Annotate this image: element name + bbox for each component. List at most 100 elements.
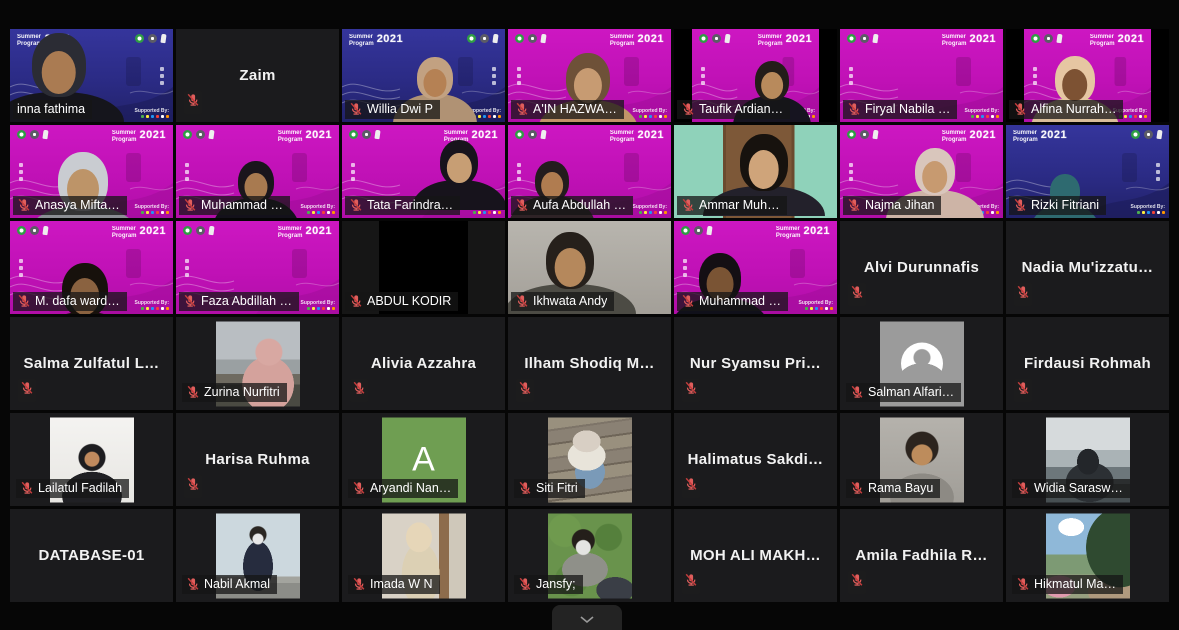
participant-name-label: Zurina Nurfitri <box>182 383 287 402</box>
green-logo-icon <box>699 34 708 43</box>
participant-name: Lailatul Fadilah <box>38 481 122 495</box>
mic-muted-icon <box>850 385 864 399</box>
gray-logo-icon <box>528 34 537 43</box>
green-logo-icon <box>515 34 524 43</box>
participant-tile[interactable]: Nabil Akmal <box>176 509 339 602</box>
participant-name: Tata Farindra… <box>367 198 453 212</box>
participant-tile[interactable]: Siti Fitri <box>508 413 671 506</box>
participant-tile[interactable]: SummerProgram2021Supported By:Tata Farin… <box>342 125 505 218</box>
virtual-bg-mini-icons <box>160 67 164 85</box>
virtual-bg-mini-icons <box>185 163 189 181</box>
participant-tile[interactable]: DATABASE-01 <box>10 509 173 602</box>
supported-by-label: Supported By: <box>965 108 999 119</box>
supported-by-label: Supported By: <box>135 300 169 311</box>
participant-tile[interactable]: SummerProgram2021Supported By:Taufik Ard… <box>674 29 837 122</box>
participant-name-label: Taufik Ardian… <box>677 100 790 119</box>
participant-tile[interactable]: Hikmatul Ma… <box>1006 509 1169 602</box>
participant-tile[interactable]: Ilham Shodiq M… <box>508 317 671 410</box>
participant-tile[interactable]: Widia Sarasw… <box>1006 413 1169 506</box>
participant-tile[interactable]: SummerProgram2021Supported By:Najma Jiha… <box>840 125 1003 218</box>
mic-muted-icon <box>349 294 363 308</box>
participant-tile[interactable]: SummerProgram2021Supported By:Muhammad … <box>674 221 837 314</box>
green-logo-icon <box>183 130 192 139</box>
supported-by-label: Supported By: <box>301 204 335 215</box>
supported-by-label: Supported By: <box>799 300 833 311</box>
mic-muted-icon <box>681 102 695 116</box>
participant-name: Nabil Akmal <box>204 577 270 591</box>
hand-logo-icon <box>872 130 878 140</box>
participant-tile[interactable]: SummerProgram2021Supported By:Willia Dwi… <box>342 29 505 122</box>
participant-tile[interactable]: SummerProgram2021Supported By:Faza Abdil… <box>176 221 339 314</box>
participant-tile[interactable]: SummerProgram2021Supported By:Alfina Nur… <box>1006 29 1169 122</box>
virtual-bg-logo-icons <box>847 34 878 43</box>
participant-name-label: Willia Dwi P <box>345 100 440 119</box>
participant-tile[interactable]: Harisa Ruhma <box>176 413 339 506</box>
participant-tile[interactable]: Alvi Durunnafis <box>840 221 1003 314</box>
virtual-bg-logo-icons <box>467 34 498 43</box>
participant-tile[interactable]: ABDUL KODIR <box>342 221 505 314</box>
participant-tile[interactable]: Nur Syamsu Pri… <box>674 317 837 410</box>
participant-name: A'IN HAZWA… <box>533 102 617 116</box>
gray-logo-icon <box>694 226 703 235</box>
gray-logo-icon <box>148 34 157 43</box>
gray-logo-icon <box>480 34 489 43</box>
virtual-bg-logo-icons <box>515 130 546 139</box>
mic-muted-icon <box>847 198 861 212</box>
virtual-bg-logo-icons <box>699 34 730 43</box>
participant-tile[interactable]: Ikhwata Andy <box>508 221 671 314</box>
virtual-bg-logo-icons <box>349 130 380 139</box>
participant-tile[interactable]: Nadia Mu'izzatu… <box>1006 221 1169 314</box>
participant-tile[interactable]: Lailatul Fadilah <box>10 413 173 506</box>
gray-logo-icon <box>712 34 721 43</box>
participant-name: Rizki Fitriani <box>1031 198 1099 212</box>
participant-name-label: inna fathima <box>13 100 92 119</box>
mic-muted-icon <box>681 198 695 212</box>
participant-tile[interactable]: Amila Fadhila R… <box>840 509 1003 602</box>
participant-tile[interactable]: Imada W N <box>342 509 505 602</box>
participant-tile[interactable]: Halimatus Sakdi… <box>674 413 837 506</box>
participant-tile[interactable]: Salman Alfari… <box>840 317 1003 410</box>
gray-logo-icon <box>30 130 39 139</box>
participant-tile[interactable]: Ammar Muh… <box>674 125 837 218</box>
participant-tile[interactable]: Zaim <box>176 29 339 122</box>
participant-tile[interactable]: Salma Zulfatul L… <box>10 317 173 410</box>
participant-tile[interactable]: Zurina Nurfitri <box>176 317 339 410</box>
green-logo-icon <box>17 130 26 139</box>
participant-name: Jansfy; <box>536 577 576 591</box>
mic-muted-icon <box>1014 379 1032 402</box>
participant-tile[interactable]: SummerProgram2021Supported By:Muhammad … <box>176 125 339 218</box>
participant-name: M. dafa ward… <box>35 294 120 308</box>
participant-tile[interactable]: SummerProgram2021Supported By:A'IN HAZWA… <box>508 29 671 122</box>
participant-tile[interactable]: SummerProgram2021Supported By:Rizki Fitr… <box>1006 125 1169 218</box>
hand-logo-icon <box>374 130 380 140</box>
participant-tile[interactable]: SummerProgram2021Supported By:inna fathi… <box>10 29 173 122</box>
participant-name: Anasya Mifta… <box>35 198 120 212</box>
participant-tile[interactable]: Rama Bayu <box>840 413 1003 506</box>
mic-muted-icon <box>682 571 700 594</box>
mic-muted-icon <box>18 379 36 402</box>
participant-tile[interactable]: Firdausi Rohmah <box>1006 317 1169 410</box>
participant-tile[interactable]: SummerProgram2021Supported By:Firyal Nab… <box>840 29 1003 122</box>
mic-muted-icon <box>352 577 366 591</box>
virtual-bg-brand: SummerProgram2021 <box>758 34 812 47</box>
participant-tile[interactable]: Alivia Azzahra <box>342 317 505 410</box>
participant-name-label: Nabil Akmal <box>182 575 277 594</box>
gallery-collapse-button[interactable] <box>552 605 622 630</box>
participant-name-label: Ammar Muh… <box>677 196 787 215</box>
virtual-bg-logo-icons <box>1031 34 1062 43</box>
hand-logo-icon <box>872 34 878 44</box>
mic-muted-icon <box>518 481 532 495</box>
participant-name-label: M. dafa ward… <box>13 292 127 311</box>
participant-tile[interactable]: AAryandi Nan… <box>342 413 505 506</box>
participant-tile[interactable]: MOH ALI MAKH… <box>674 509 837 602</box>
virtual-bg-brand: SummerProgram2021 <box>1013 130 1067 143</box>
virtual-bg-mini-icons <box>492 67 496 85</box>
participant-tile[interactable]: SummerProgram2021Supported By:M. dafa wa… <box>10 221 173 314</box>
green-logo-icon <box>349 130 358 139</box>
participant-tile[interactable]: SummerProgram2021Supported By:Anasya Mif… <box>10 125 173 218</box>
virtual-bg-mini-icons <box>701 67 705 85</box>
participant-name-label: Aufa Abdullah … <box>511 196 633 215</box>
participant-tile[interactable]: SummerProgram2021Supported By:Aufa Abdul… <box>508 125 671 218</box>
participant-tile[interactable]: Jansfy; <box>508 509 671 602</box>
supported-by-label: Supported By: <box>633 204 667 215</box>
